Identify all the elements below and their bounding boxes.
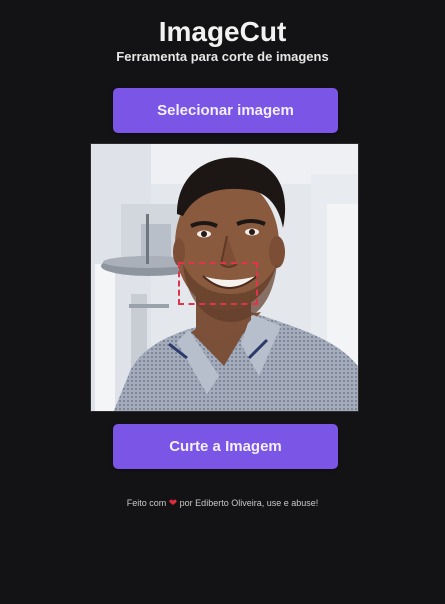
footer: Feito com ❤ por Ediberto Oliveira, use e… [0, 497, 445, 510]
select-image-button[interactable]: Selecionar imagem [113, 88, 338, 133]
heart-icon: ❤ [168, 498, 178, 509]
app-subtitle: Ferramenta para corte de imagens [116, 49, 329, 64]
crop-selection-box[interactable] [178, 262, 258, 305]
crop-image-button[interactable]: Curte a Imagem [113, 424, 338, 469]
app-container: ImageCut Ferramenta para corte de imagen… [0, 0, 445, 604]
footer-suffix: por Ediberto Oliveira, use e abuse! [179, 498, 319, 508]
app-title: ImageCut [158, 16, 287, 47]
footer-prefix: Feito com [126, 498, 167, 508]
image-preview[interactable] [90, 143, 359, 412]
